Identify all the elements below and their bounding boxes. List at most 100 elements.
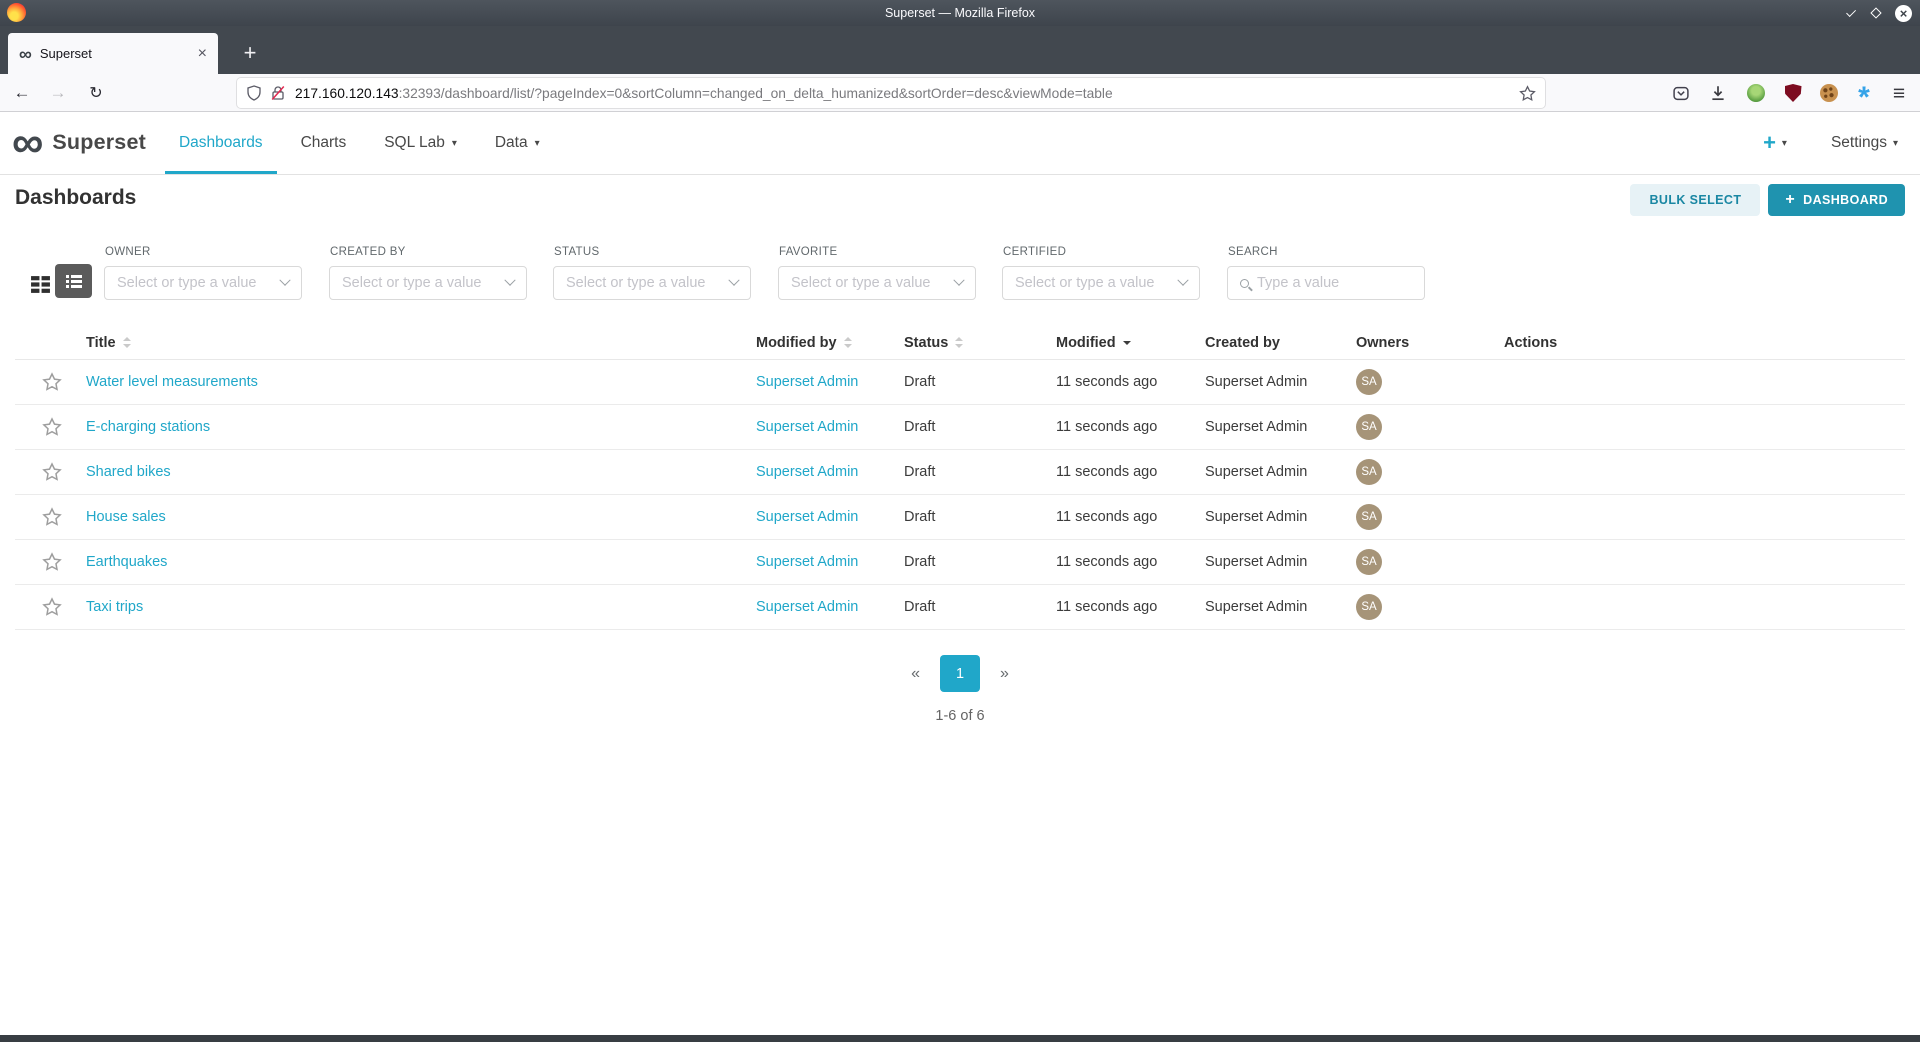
owner-avatar[interactable]: SA [1356,414,1382,440]
dashboard-title-link[interactable]: House sales [86,509,166,525]
created-by-filter-select[interactable]: Select or type a value [329,266,527,300]
sort-icons [844,337,852,348]
window-maximize-icon[interactable] [1870,7,1881,18]
modified-value: 11 seconds ago [1056,464,1157,480]
window-titlebar: Superset — Mozilla Firefox × [0,0,1920,26]
extension-asterisk-icon[interactable]: * [1851,80,1877,106]
search-input[interactable] [1257,275,1412,291]
nav-item-charts[interactable]: Charts [282,112,366,174]
table-row: Taxi trips Superset Admin Draft 11 secon… [15,585,1905,630]
owner-avatar[interactable]: SA [1356,549,1382,575]
status-filter-select[interactable]: Select or type a value [553,266,751,300]
bulk-select-button[interactable]: BULK SELECT [1630,184,1760,216]
page-title: Dashboards [15,186,136,210]
favorite-star-icon[interactable] [42,552,62,572]
favorite-star-icon[interactable] [42,462,62,482]
new-dashboard-button[interactable]: + DASHBOARD [1768,184,1905,216]
window-close-icon[interactable]: × [1895,5,1912,22]
favorite-filter-select[interactable]: Select or type a value [778,266,976,300]
owner-avatar[interactable]: SA [1356,369,1382,395]
new-tab-button[interactable]: + [236,39,264,67]
pagination: « 1 » [0,655,1920,692]
privacy-badger-extension-icon[interactable] [1743,80,1769,106]
tab-title: Superset [40,46,198,61]
bookmark-star-icon[interactable] [1519,85,1536,102]
main-nav: Dashboards Charts SQL Lab ▾ Data ▾ [160,112,559,174]
reload-button[interactable]: ↻ [82,74,110,112]
pocket-icon[interactable] [1668,80,1694,106]
modified-by-link[interactable]: Superset Admin [756,464,858,480]
created-by-value: Superset Admin [1205,464,1307,480]
column-header-status[interactable]: Status [888,335,1040,351]
table-row: House sales Superset Admin Draft 11 seco… [15,495,1905,540]
superset-favicon-icon: ∞ [19,45,32,63]
dashboard-title-link[interactable]: Earthquakes [86,554,167,570]
certified-filter-select[interactable]: Select or type a value [1002,266,1200,300]
column-header-modified-by[interactable]: Modified by [740,335,888,351]
modified-by-link[interactable]: Superset Admin [756,554,858,570]
next-page-button[interactable]: » [1000,665,1009,683]
plus-icon: + [1785,191,1795,209]
filter-bar: OWNER Select or type a value CREATED BY … [0,266,1920,300]
column-header-title[interactable]: Title [70,335,740,351]
bottom-panel-edge [0,1035,1920,1042]
nav-item-data[interactable]: Data ▾ [476,112,559,174]
modified-value: 11 seconds ago [1056,554,1157,570]
page-1-button[interactable]: 1 [940,655,980,692]
owner-avatar[interactable]: SA [1356,504,1382,530]
created-by-value: Superset Admin [1205,374,1307,390]
owner-filter-select[interactable]: Select or type a value [104,266,302,300]
column-header-actions: Actions [1488,335,1905,351]
sort-icons [955,337,963,348]
quick-add-button[interactable]: + ▾ [1763,130,1787,156]
url-bar[interactable]: 217.160.120.143:32393/dashboard/list/?pa… [237,78,1545,108]
back-button[interactable]: ← [8,74,36,112]
superset-brand[interactable]: ∞ Superset [12,130,146,156]
favorite-star-icon[interactable] [42,597,62,617]
chevron-down-icon: ▾ [1782,138,1787,149]
owner-avatar[interactable]: SA [1356,459,1382,485]
shield-icon[interactable] [246,85,262,101]
dashboard-title-link[interactable]: Shared bikes [86,464,171,480]
tab-close-icon[interactable]: × [198,46,207,62]
settings-menu[interactable]: Settings ▾ [1831,134,1898,152]
nav-item-sql-lab[interactable]: SQL Lab ▾ [365,112,476,174]
modified-by-link[interactable]: Superset Admin [756,374,858,390]
sort-icons [123,337,131,348]
modified-by-link[interactable]: Superset Admin [756,419,858,435]
browser-toolbar: ← → ↻ 217.160.120.143:32393/dashboard/li… [0,74,1920,112]
insecure-lock-icon[interactable] [270,85,286,101]
ublock-origin-extension-icon[interactable] [1780,80,1806,106]
table-header-row: Title Modified by Status Modified Create… [15,326,1905,360]
status-value: Draft [904,419,935,435]
created-by-value: Superset Admin [1205,599,1307,615]
nav-item-dashboards[interactable]: Dashboards [160,112,282,174]
status-value: Draft [904,464,935,480]
browser-tab-superset[interactable]: ∞ Superset × [8,33,218,74]
created-by-filter-label: CREATED BY [330,246,406,258]
chevron-down-icon [728,275,739,286]
owner-filter-label: OWNER [105,246,151,258]
dashboard-title-link[interactable]: Taxi trips [86,599,143,615]
dashboard-title-link[interactable]: Water level measurements [86,374,258,390]
certified-filter-label: CERTIFIED [1003,246,1066,258]
chevron-down-icon [953,275,964,286]
previous-page-button[interactable]: « [911,665,920,683]
url-text[interactable]: 217.160.120.143:32393/dashboard/list/?pa… [295,86,1519,101]
dashboard-title-link[interactable]: E-charging stations [86,419,210,435]
downloads-icon[interactable] [1705,80,1731,106]
modified-value: 11 seconds ago [1056,419,1157,435]
modified-by-link[interactable]: Superset Admin [756,509,858,525]
window-minimize-icon[interactable] [1846,7,1856,17]
created-by-value: Superset Admin [1205,509,1307,525]
modified-by-link[interactable]: Superset Admin [756,599,858,615]
favorite-star-icon[interactable] [42,417,62,437]
favorite-star-icon[interactable] [42,507,62,527]
favorite-star-icon[interactable] [42,372,62,392]
owner-avatar[interactable]: SA [1356,594,1382,620]
column-header-modified[interactable]: Modified [1040,335,1189,351]
status-value: Draft [904,599,935,615]
hamburger-menu-icon[interactable]: ≡ [1886,80,1912,106]
search-box[interactable] [1227,266,1425,300]
cookie-extension-icon[interactable] [1816,80,1842,106]
